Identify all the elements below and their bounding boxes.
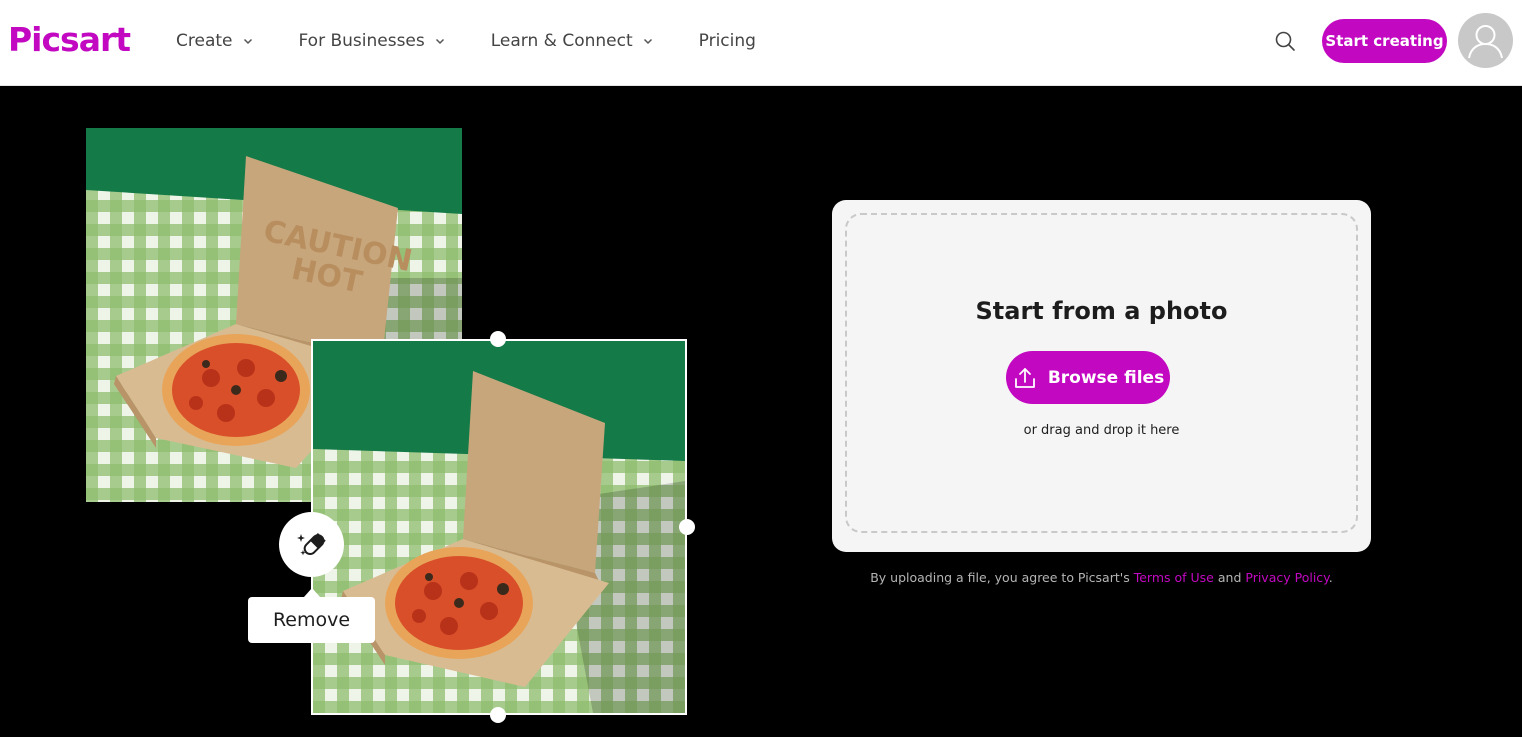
browse-files-button[interactable]: Browse files <box>1006 351 1170 404</box>
nav-learn-connect-label: Learn & Connect <box>490 31 633 51</box>
search-icon[interactable] <box>1273 29 1297 53</box>
nav-for-businesses[interactable]: For Businesses <box>299 31 445 51</box>
picsart-logo[interactable]: Picsart <box>8 20 131 59</box>
avatar[interactable] <box>1458 13 1513 68</box>
resize-handle-bottom[interactable] <box>490 707 506 723</box>
privacy-policy-link[interactable]: Privacy Policy <box>1245 570 1328 585</box>
drag-drop-hint: or drag and drop it here <box>1023 423 1180 438</box>
resize-handle-top[interactable] <box>490 331 506 347</box>
top-navigation-bar: Picsart Create For Businesses Learn & Co… <box>0 0 1522 86</box>
nav-pricing[interactable]: Pricing <box>699 31 756 51</box>
legal-notice: By uploading a file, you agree to Picsar… <box>832 570 1371 585</box>
legal-prefix: By uploading a file, you agree to Picsar… <box>870 570 1130 585</box>
upload-card: Start from a photo Browse files or drag … <box>832 200 1371 552</box>
upload-icon <box>1014 367 1035 388</box>
upload-title: Start from a photo <box>975 297 1228 325</box>
remove-tooltip: Remove <box>248 588 375 643</box>
remove-tool-button[interactable] <box>279 512 344 577</box>
start-creating-button[interactable]: Start creating <box>1322 19 1447 63</box>
pizza-box-illustration-edited <box>313 341 685 713</box>
eraser-sparkle-icon <box>296 532 326 555</box>
browse-files-label: Browse files <box>1047 367 1165 388</box>
legal-suffix: . <box>1328 570 1333 585</box>
nav-create[interactable]: Create <box>176 31 253 51</box>
nav-create-label: Create <box>176 31 233 51</box>
nav-learn-connect[interactable]: Learn & Connect <box>491 31 653 51</box>
chevron-down-icon <box>435 38 444 45</box>
legal-and: and <box>1217 570 1242 585</box>
main-nav: Create For Businesses Learn & Connect Pr… <box>176 0 756 82</box>
chevron-down-icon <box>243 38 252 45</box>
user-icon <box>1468 25 1503 59</box>
resize-handle-right[interactable] <box>679 519 695 535</box>
terms-of-use-link[interactable]: Terms of Use <box>1134 570 1214 585</box>
nav-pricing-label: Pricing <box>698 31 756 51</box>
chevron-down-icon <box>643 38 652 45</box>
nav-for-businesses-label: For Businesses <box>298 31 425 51</box>
pizza-photo-edited <box>311 339 687 715</box>
